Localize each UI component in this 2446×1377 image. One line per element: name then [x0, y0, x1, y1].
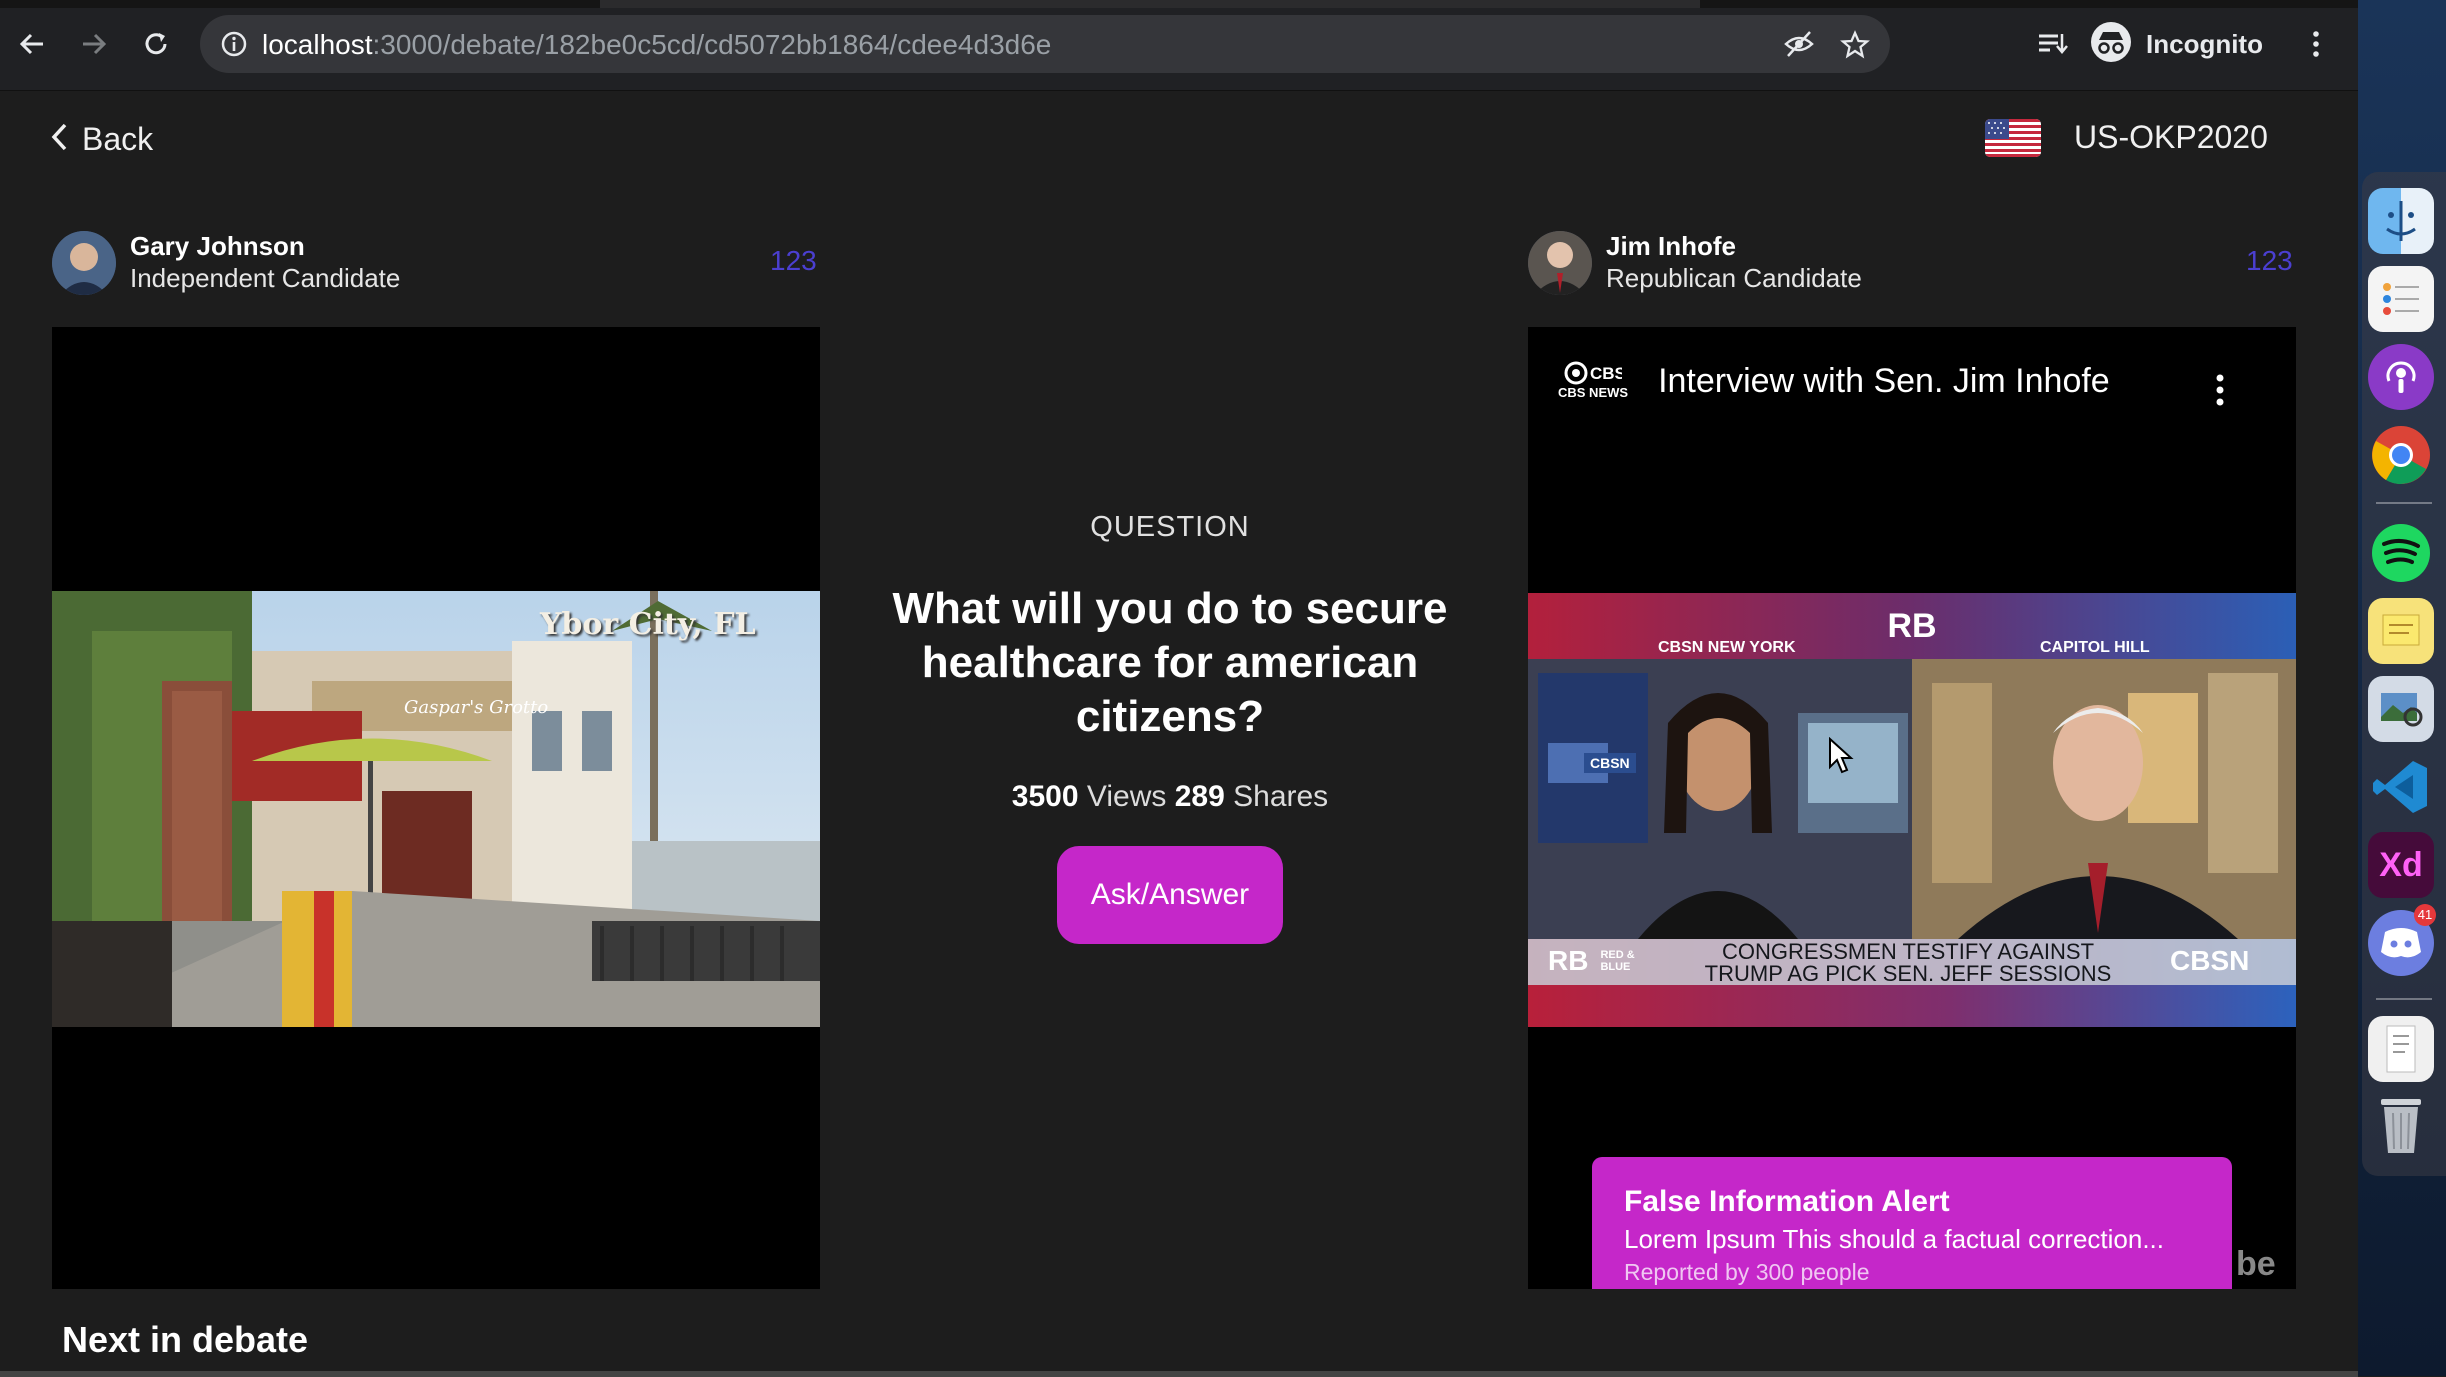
question-label: QUESTION — [1090, 511, 1250, 543]
url-text[interactable]: localhost:3000/debate/182be0c5cd/cd5072b… — [262, 29, 1051, 61]
forward-arrow-icon[interactable] — [74, 24, 114, 64]
url-host: localhost — [262, 29, 373, 60]
headline-line-1: CONGRESSMEN TESTIFY AGAINST — [1721, 939, 2095, 964]
candidate-party: Republican Candidate — [1606, 263, 1862, 293]
rb-mini-logo: RB — [1548, 945, 1589, 976]
next-debate-carousel-edge — [0, 1371, 2358, 1377]
cbsn-logo: CBSN — [2170, 945, 2250, 976]
url-path: :3000/debate/182be0c5cd/cd5072bb1864/cde… — [372, 29, 1052, 60]
bookmark-star-icon[interactable] — [1840, 30, 1870, 59]
vscode-icon[interactable] — [2368, 754, 2434, 820]
candidate-count: 123 — [2246, 245, 2293, 276]
active-tab[interactable] — [600, 0, 1700, 8]
trash-icon[interactable] — [2368, 1092, 2434, 1158]
lower-third-headline: CONGRESSMEN TESTIFY AGAINST TRUMP AG PIC… — [1698, 941, 2118, 985]
next-in-debate-heading: Next in debate — [62, 1319, 309, 1360]
video-frame-interview[interactable]: RB CBSN NEW YORK CAPITOL HILL CBSN RB RE… — [1528, 593, 2296, 1027]
cbs-news-logo: CBS CBS NEWS — [1558, 361, 1628, 401]
discord-badge: 41 — [2414, 904, 2436, 926]
xd-label: Xd — [2379, 845, 2423, 884]
reload-icon[interactable] — [136, 24, 176, 64]
svg-text:CBS: CBS — [1590, 364, 1622, 383]
location-tag-left: CBSN NEW YORK — [1658, 639, 1796, 656]
candidate-count: 123 — [770, 245, 817, 276]
shares-count: 289 — [1174, 780, 1225, 813]
false-information-alert[interactable]: False Information Alert Lorem Ipsum This… — [1592, 1157, 2232, 1289]
back-label: Back — [82, 121, 154, 157]
alert-body: Lorem Ipsum This should a factual correc… — [1624, 1224, 2164, 1254]
video-more-icon[interactable] — [2214, 373, 2226, 412]
avatar — [52, 231, 116, 295]
shares-label: Shares — [1233, 780, 1329, 813]
candidate-name: Jim Inhofe — [1606, 231, 1737, 261]
us-flag-icon — [1985, 119, 2041, 157]
podcasts-icon[interactable] — [2368, 344, 2434, 410]
back-arrow-icon[interactable] — [12, 24, 52, 64]
candidate-party: Independent Candidate — [130, 263, 401, 293]
desk-logo: CBSN — [1584, 753, 1636, 773]
views-label: Views — [1086, 780, 1167, 813]
reminders-icon[interactable] — [2368, 266, 2434, 332]
debate-page: Back US-OKP2020 Gary Johnson Independent… — [0, 91, 2358, 1377]
tab-strip — [0, 0, 2358, 8]
downloads-stack-icon[interactable] — [2368, 1016, 2434, 1082]
incognito-profile-button[interactable]: Incognito — [2090, 20, 2270, 68]
preview-icon[interactable] — [2368, 676, 2434, 742]
dock-separator — [2376, 502, 2432, 504]
left-candidate-video[interactable]: Ybor City, FL Gaspar's Grotto — [52, 327, 820, 1289]
right-candidate-video[interactable]: CBS CBS NEWS Interview with Sen. Jim Inh… — [1528, 327, 2296, 1289]
youtube-watermark: be — [2236, 1245, 2276, 1283]
eye-off-icon[interactable] — [1784, 30, 1814, 58]
candidate-left[interactable]: Gary Johnson Independent Candidate 123 — [52, 231, 822, 301]
spotify-icon[interactable] — [2368, 520, 2434, 586]
back-button[interactable]: Back — [50, 121, 153, 158]
finder-icon[interactable] — [2368, 188, 2434, 254]
lower-third-left-logo: RB RED & BLUE — [1548, 945, 1648, 977]
question-stats: 3500 Views 289 Shares — [860, 780, 1480, 814]
question-panel: QUESTION What will you do to secure heal… — [860, 511, 1480, 944]
mac-dock: Xd 41 — [2362, 172, 2446, 1176]
cbs-news-text: CBS NEWS — [1558, 385, 1629, 400]
question-text: What will you do to secure healthcare fo… — [892, 584, 1448, 741]
chevron-left-icon — [50, 122, 68, 157]
video-title[interactable]: Interview with Sen. Jim Inhofe — [1658, 362, 2110, 401]
more-menu-icon[interactable] — [2296, 24, 2336, 64]
reading-list-icon[interactable] — [2032, 24, 2072, 64]
video-frame-street-scene[interactable]: Ybor City, FL Gaspar's Grotto — [52, 591, 820, 1027]
alert-report-count: Reported by 300 people — [1624, 1259, 1870, 1285]
rb-brand-logo: RB — [1887, 607, 1937, 645]
incognito-icon — [2090, 21, 2132, 68]
location-overlay: Ybor City, FL — [540, 607, 756, 642]
discord-icon[interactable]: 41 — [2368, 904, 2436, 976]
stickies-icon[interactable] — [2368, 598, 2434, 664]
browser-toolbar: localhost:3000/debate/182be0c5cd/cd5072b… — [0, 0, 2358, 91]
headline-line-2: TRUMP AG PICK SEN. JEFF SESSIONS — [1704, 961, 2112, 986]
chrome-icon[interactable] — [2368, 422, 2434, 488]
mouse-cursor-icon — [1828, 736, 1854, 780]
adobe-xd-icon[interactable]: Xd — [2368, 832, 2434, 898]
election-id: US-OKP2020 — [2074, 119, 2268, 155]
candidate-name: Gary Johnson — [130, 231, 305, 261]
red-blue-text: RED & BLUE — [1600, 949, 1635, 973]
dock-separator — [2376, 998, 2432, 1000]
incognito-label: Incognito — [2146, 28, 2263, 59]
address-bar[interactable]: localhost:3000/debate/182be0c5cd/cd5072b… — [200, 15, 1890, 73]
storefront-sign: Gaspar's Grotto — [404, 697, 549, 718]
alert-title: False Information Alert — [1624, 1185, 1950, 1218]
info-icon[interactable] — [220, 30, 248, 58]
ask-answer-button[interactable]: Ask/Answer — [1057, 846, 1283, 944]
video-title-bar: CBS CBS NEWS Interview with Sen. Jim Inh… — [1558, 361, 2110, 401]
candidate-right[interactable]: Jim Inhofe Republican Candidate 123 — [1528, 231, 2298, 301]
views-count: 3500 — [1011, 780, 1079, 813]
location-tag-right: CAPITOL HILL — [2040, 639, 2150, 656]
avatar — [1528, 231, 1592, 295]
